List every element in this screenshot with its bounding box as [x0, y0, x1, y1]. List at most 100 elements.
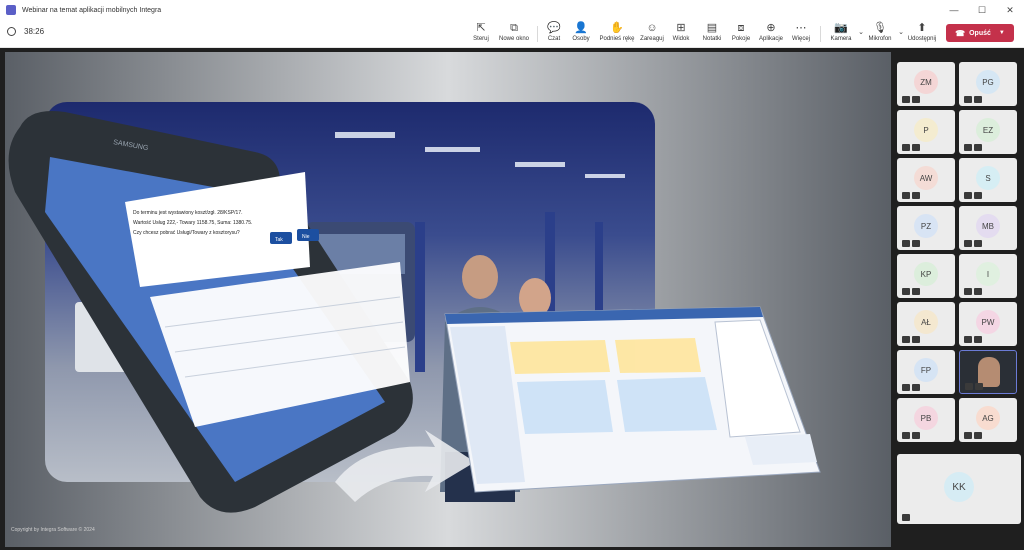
svg-text:Do terminu jest wystawiony kos: Do terminu jest wystawiony koszt/zgł. 28…	[133, 210, 243, 216]
participant-avatar: KP	[914, 262, 938, 286]
microphone-button[interactable]: 🎙 Mikrofon	[866, 22, 894, 46]
view-icon: ⊞	[676, 22, 686, 34]
close-icon[interactable]: ✕	[996, 0, 1024, 20]
maximize-icon[interactable]: ☐	[968, 0, 996, 20]
participant-status-icons	[902, 288, 920, 295]
phone-hangup-icon: ☎	[955, 28, 966, 38]
svg-text:Czy chcesz pobrać Usługi/Towar: Czy chcesz pobrać Usługi/Towary z koszto…	[133, 230, 240, 236]
participant-tile[interactable]: ZM	[897, 62, 955, 106]
new-window-button[interactable]: ⧉ Nowe okno	[498, 22, 530, 46]
react-button[interactable]: ☺ Zareaguj	[639, 22, 665, 46]
participant-status-icons	[964, 432, 982, 439]
participant-avatar: S	[976, 166, 1000, 190]
participant-tile[interactable]	[959, 350, 1017, 394]
mic-off-icon	[974, 96, 982, 103]
participant-tile[interactable]: AG	[959, 398, 1017, 442]
participant-tile[interactable]: EZ	[959, 110, 1017, 154]
mic-off-icon	[974, 240, 982, 247]
camera-off-icon	[902, 144, 910, 151]
participant-status-icons	[902, 240, 920, 247]
chevron-down-icon: ⌄	[898, 29, 904, 36]
people-button[interactable]: 👤 Osoby	[570, 22, 592, 46]
notes-icon: ▤	[706, 22, 718, 34]
apps-button[interactable]: ⊕ Aplikacje	[757, 22, 785, 46]
camera-off-icon	[965, 383, 973, 390]
participant-tile[interactable]: S	[959, 158, 1017, 202]
new-window-icon: ⧉	[510, 22, 518, 34]
camera-off-icon	[902, 336, 910, 343]
minimize-icon[interactable]: —	[940, 0, 968, 20]
camera-off-icon	[902, 192, 910, 199]
participant-tile[interactable]: KK	[897, 454, 1021, 524]
more-button[interactable]: ⋯ Więcej	[789, 22, 813, 46]
participant-avatar: AŁ	[914, 310, 938, 334]
participant-avatar: AW	[914, 166, 938, 190]
camera-off-icon	[902, 96, 910, 103]
participant-avatar: FP	[914, 358, 938, 382]
camera-off-icon	[902, 514, 910, 521]
mic-off-icon	[912, 384, 920, 391]
chevron-down-icon: ▼	[998, 30, 1005, 36]
participant-status-icons	[902, 192, 920, 199]
notes-button[interactable]: ▤ Notatki	[700, 22, 724, 46]
participant-tile[interactable]: PW	[959, 302, 1017, 346]
participant-avatar: PG	[976, 70, 1000, 94]
camera-off-icon	[964, 240, 972, 247]
participant-tile[interactable]: MB	[959, 206, 1017, 250]
chat-icon: 💬	[547, 22, 561, 34]
participant-tile[interactable]: AW	[897, 158, 955, 202]
chat-button[interactable]: 💬 Czat	[544, 22, 564, 46]
camera-off-icon	[902, 288, 910, 295]
camera-off-icon	[964, 288, 972, 295]
camera-off-icon	[964, 144, 972, 151]
share-icon: ⬆	[917, 22, 927, 34]
raise-hand-button[interactable]: ✋ Podnieś rękę	[597, 22, 637, 46]
mic-off-icon	[912, 288, 920, 295]
rooms-button[interactable]: ⧈ Pokoje	[730, 22, 752, 46]
participant-tile[interactable]: PG	[959, 62, 1017, 106]
mic-off-icon: 🎙	[873, 22, 887, 34]
camera-button[interactable]: 📷 Kamera	[828, 22, 854, 46]
toolbar-divider	[820, 26, 821, 42]
share-button[interactable]: ⬆ Udostępnij	[906, 22, 938, 46]
teams-app-icon	[6, 5, 16, 15]
mic-off-icon	[974, 192, 982, 199]
mic-options-chevron[interactable]: ⌄	[896, 22, 906, 46]
meeting-toolbar: 38:26 ⇱ Steruj ⧉ Nowe okno 💬 Czat 👤 Osob…	[0, 20, 1024, 48]
participant-tile[interactable]: KP	[897, 254, 955, 298]
mic-off-icon	[912, 144, 920, 151]
shield-icon	[7, 27, 16, 36]
participant-status-icons	[964, 288, 982, 295]
view-button[interactable]: ⊞ Widok	[670, 22, 692, 46]
meeting-timer-text: 38:26	[24, 27, 45, 36]
participant-status-icons	[902, 514, 910, 521]
participant-status-icons	[902, 336, 920, 343]
participant-avatar: P	[914, 118, 938, 142]
participant-status-icons	[902, 96, 920, 103]
participant-tile[interactable]: FP	[897, 350, 955, 394]
shared-screen: SAMSUNG Do terminu jest wystawiony koszt…	[5, 52, 891, 547]
participant-tile[interactable]: I	[959, 254, 1017, 298]
control-button[interactable]: ⇱ Steruj	[470, 22, 492, 46]
mic-off-icon	[974, 432, 982, 439]
participant-status-icons	[964, 96, 982, 103]
mic-off-icon	[975, 383, 983, 390]
participant-tile[interactable]: P	[897, 110, 955, 154]
participant-tile[interactable]: PB	[897, 398, 955, 442]
participant-status-icons	[964, 336, 982, 343]
people-icon: 👤	[574, 22, 588, 34]
leave-button[interactable]: ☎ Opuść ▼	[946, 24, 1014, 42]
participant-avatar: KK	[944, 472, 974, 502]
participant-tile[interactable]: AŁ	[897, 302, 955, 346]
window-controls: — ☐ ✕	[940, 0, 1024, 20]
camera-options-chevron[interactable]: ⌄	[856, 22, 866, 46]
participant-status-icons	[964, 144, 982, 151]
meeting-timer: 38:26	[7, 27, 44, 36]
apps-icon: ⊕	[766, 22, 776, 34]
participant-avatar: PB	[914, 406, 938, 430]
participant-tile[interactable]: PZ	[897, 206, 955, 250]
participant-avatar: PZ	[914, 214, 938, 238]
window-title: Webinar na temat aplikacji mobilnych Int…	[22, 6, 162, 14]
react-icon: ☺	[646, 22, 658, 34]
participant-status-icons	[902, 144, 920, 151]
